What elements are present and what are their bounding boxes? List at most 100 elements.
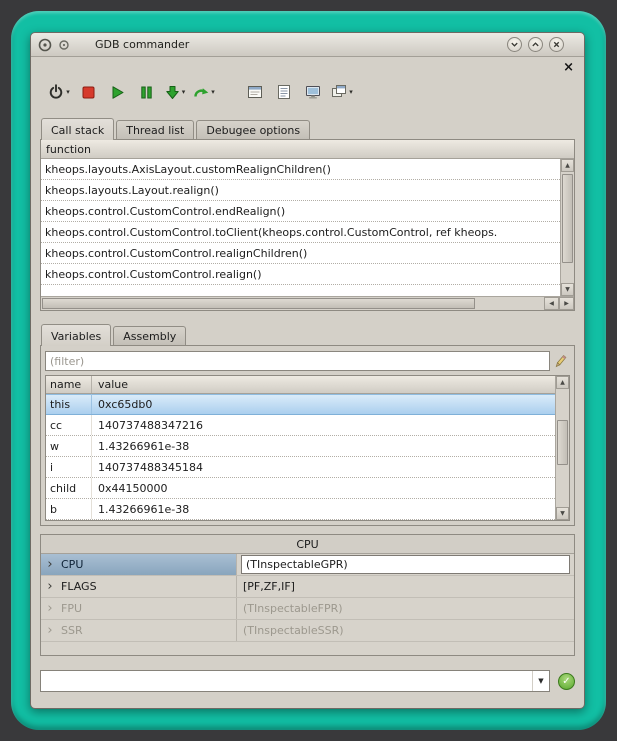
variable-row[interactable]: this 0xc65db0: [46, 394, 555, 415]
expander-icon[interactable]: ›: [41, 559, 59, 570]
call-stack-row[interactable]: kheops.control.CustomControl.realignChil…: [41, 243, 560, 264]
cpu-register-row[interactable]: › FPU (TInspectableFPR): [41, 598, 574, 620]
window-menu-icon[interactable]: [58, 39, 70, 51]
window-frame: GDB commander ×: [11, 11, 606, 730]
variable-name: cc: [46, 415, 92, 435]
tab-variables[interactable]: Variables: [41, 324, 111, 346]
chevron-down-icon: ▾: [66, 88, 70, 96]
panel-close-icon[interactable]: ×: [563, 62, 575, 73]
variable-row[interactable]: b 1.43266961e-38: [46, 499, 555, 520]
variable-row[interactable]: w 1.43266961e-38: [46, 436, 555, 457]
close-button[interactable]: [549, 37, 564, 52]
cpu-register-row[interactable]: › CPU (TInspectableGPR): [41, 554, 574, 576]
scroll-down-icon[interactable]: ▼: [556, 507, 569, 520]
tab-debugee-options[interactable]: Debugee options: [196, 120, 310, 139]
call-stack-row[interactable]: kheops.control.CustomControl.endRealign(…: [41, 201, 560, 222]
scroll-right-icon[interactable]: ▶: [559, 297, 574, 310]
power-button[interactable]: ▾: [46, 79, 72, 105]
combo-dropdown-icon[interactable]: ▼: [532, 671, 549, 691]
gdb-commander-window: GDB commander ×: [30, 32, 585, 709]
watch-window-button[interactable]: [300, 79, 326, 105]
windows-icon: [331, 84, 347, 100]
open-editor-button[interactable]: [242, 79, 268, 105]
variable-value: 1.43266961e-38: [92, 440, 555, 453]
call-stack-vertical-scrollbar[interactable]: ▲ ▼: [560, 159, 574, 296]
continue-button[interactable]: [104, 79, 130, 105]
top-tabbar: Call stack Thread list Debugee options: [40, 117, 575, 139]
filter-edit-icon[interactable]: [550, 354, 570, 369]
function-column-header[interactable]: function: [41, 140, 574, 159]
pause-button[interactable]: [133, 79, 159, 105]
variables-vertical-scrollbar[interactable]: ▲ ▼: [555, 376, 569, 520]
call-stack-row[interactable]: kheops.control.CustomControl.realign(): [41, 264, 560, 285]
cpu-register-row[interactable]: › SSR (TInspectableSSR): [41, 620, 574, 642]
stop-button[interactable]: [75, 79, 101, 105]
tab-thread-list[interactable]: Thread list: [116, 120, 194, 139]
send-command-button[interactable]: ✓: [558, 673, 575, 690]
minimize-button[interactable]: [507, 37, 522, 52]
call-stack-list: kheops.layouts.AxisLayout.customRealignC…: [41, 159, 560, 296]
window-title: GDB commander: [95, 38, 189, 51]
scrollbar-thumb[interactable]: [42, 298, 475, 309]
call-stack-horizontal-scrollbar[interactable]: ◀ ▶: [41, 296, 574, 310]
cpu-panel: CPU › CPU (TInspectableGPR) › FLAGS: [40, 534, 575, 656]
scrollbar-thumb[interactable]: [562, 174, 573, 263]
step-over-button[interactable]: ▾: [191, 79, 217, 105]
register-group-cell[interactable]: › FLAGS: [41, 576, 237, 597]
command-row: ▼ ✓: [40, 669, 575, 693]
register-group-name: SSR: [59, 624, 236, 637]
titlebar[interactable]: GDB commander: [31, 33, 584, 57]
filter-input[interactable]: [45, 351, 550, 371]
scroll-down-icon[interactable]: ▼: [561, 283, 574, 296]
variable-name: b: [46, 499, 92, 519]
step-into-button[interactable]: ▾: [162, 79, 188, 105]
expander-icon[interactable]: ›: [41, 581, 59, 592]
expander-icon[interactable]: ›: [41, 603, 59, 614]
variable-row[interactable]: cc 140737488347216: [46, 415, 555, 436]
variable-row[interactable]: child 0x44150000: [46, 478, 555, 499]
call-stack-entry: kheops.control.CustomControl.toClient(kh…: [45, 226, 497, 239]
variable-row[interactable]: i 140737488345184: [46, 457, 555, 478]
call-stack-row[interactable]: kheops.control.CustomControl.toClient(kh…: [41, 222, 560, 243]
scrollbar-track[interactable]: [561, 172, 574, 283]
expander-icon[interactable]: ›: [41, 625, 59, 636]
register-group-cell[interactable]: › FPU: [41, 598, 237, 619]
variable-value: 0xc65db0: [92, 398, 555, 411]
step-over-icon: [193, 85, 209, 100]
name-column-header[interactable]: name: [46, 376, 92, 393]
gdb-command-input[interactable]: [41, 671, 532, 691]
filter-row: [45, 350, 570, 372]
maximize-button[interactable]: [528, 37, 543, 52]
tab-call-stack[interactable]: Call stack: [41, 118, 114, 140]
call-stack-entry: kheops.control.CustomControl.realign(): [45, 268, 262, 281]
app-icon: [37, 37, 53, 53]
scrollbar-track[interactable]: [41, 297, 544, 310]
panel-area: × ▾: [31, 57, 584, 708]
chevron-down-icon: ▾: [182, 88, 186, 96]
scroll-left-icon[interactable]: ◀: [544, 297, 559, 310]
message-list-button[interactable]: [271, 79, 297, 105]
gdb-command-combobox[interactable]: ▼: [40, 670, 550, 692]
register-value-editor[interactable]: (TInspectableGPR): [241, 555, 570, 574]
variable-value: 140737488347216: [92, 419, 555, 432]
value-column-header[interactable]: value: [92, 376, 555, 393]
tab-assembly[interactable]: Assembly: [113, 326, 186, 345]
register-group-name: CPU: [59, 558, 236, 571]
window-list-button[interactable]: ▾: [329, 79, 355, 105]
register-group-cell[interactable]: › CPU: [41, 554, 237, 575]
stop-icon: [81, 85, 96, 100]
debug-toolbar: ▾: [40, 75, 575, 109]
step-into-icon: [165, 85, 180, 100]
call-stack-entry: kheops.control.CustomControl.endRealign(…: [45, 205, 285, 218]
call-stack-entry: kheops.layouts.Layout.realign(): [45, 184, 219, 197]
call-stack-row[interactable]: kheops.layouts.AxisLayout.customRealignC…: [41, 159, 560, 180]
scrollbar-thumb[interactable]: [557, 420, 568, 465]
cpu-register-row[interactable]: › FLAGS [PF,ZF,IF]: [41, 576, 574, 598]
scroll-up-icon[interactable]: ▲: [561, 159, 574, 172]
call-stack-row[interactable]: kheops.layouts.Layout.realign(): [41, 180, 560, 201]
scroll-up-icon[interactable]: ▲: [556, 376, 569, 389]
document-list-icon: [276, 84, 292, 100]
scrollbar-track[interactable]: [556, 389, 569, 507]
register-group-value: [PF,ZF,IF]: [237, 576, 574, 597]
register-group-cell[interactable]: › SSR: [41, 620, 237, 641]
